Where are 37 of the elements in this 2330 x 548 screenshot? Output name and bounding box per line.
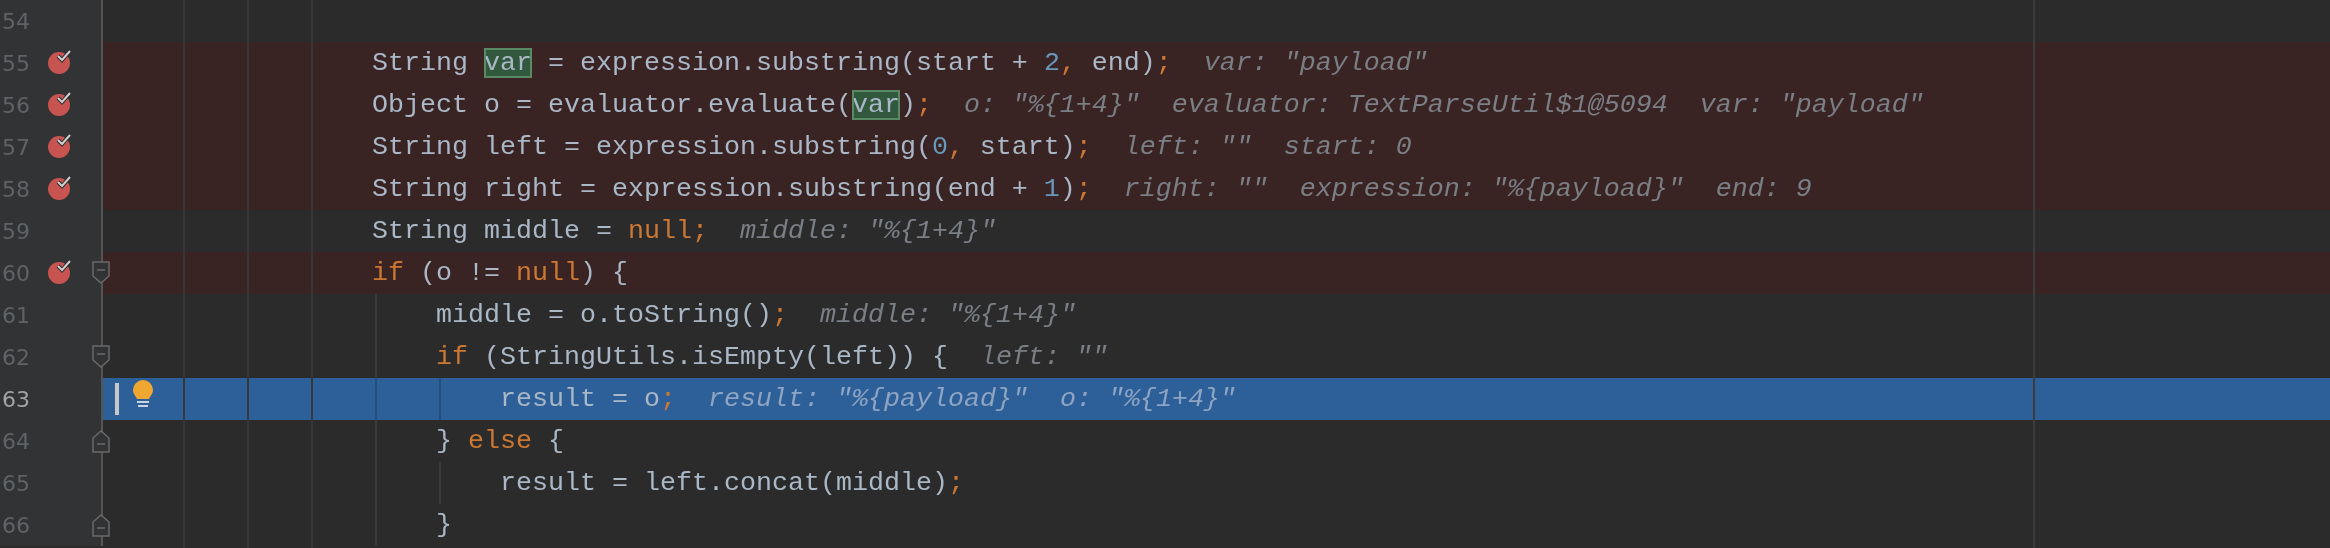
inline-value: o: "%{1+4}"	[1059, 384, 1236, 414]
inline-value: left: ""	[1123, 132, 1252, 162]
code-line: if (o != null) {	[372, 258, 628, 288]
inline-value: result: "%{payload}"	[707, 384, 1028, 414]
code-line: String middle = null;	[372, 216, 708, 246]
code-line: result = o;	[500, 384, 676, 414]
breakpoint-icon[interactable]	[48, 48, 74, 74]
inline-value: evaluator: TextParseUtil$1@5094	[1171, 90, 1668, 120]
code-line: middle = o.toString();	[436, 300, 788, 330]
code-line: String left = expression.substring(0, start);	[372, 132, 1092, 162]
lightbulb-icon[interactable]	[132, 379, 154, 409]
breakpoint-icon[interactable]	[48, 132, 74, 158]
fold-icon[interactable]	[92, 261, 110, 285]
line-number: 63	[2, 386, 30, 412]
inline-value: var: "payload"	[1203, 48, 1428, 78]
inline-value: right: ""	[1123, 174, 1268, 204]
inline-value: start: 0	[1283, 132, 1412, 162]
inline-value: middle: "%{1+4}"	[739, 216, 996, 246]
inline-value: left: ""	[979, 342, 1108, 372]
breakpoint-icon[interactable]	[48, 174, 74, 200]
inline-value: middle: "%{1+4}"	[819, 300, 1076, 330]
code-line: if (StringUtils.isEmpty(left)) {	[436, 342, 948, 372]
code-line: } else {	[436, 426, 564, 456]
code-line: result = left.concat(middle);	[500, 468, 964, 498]
code-line: }	[436, 510, 452, 540]
code-line: String right = expression.substring(end + 1);	[372, 174, 1092, 204]
breakpoint-icon[interactable]	[48, 90, 74, 116]
breakpoint-icon[interactable]	[48, 258, 74, 284]
fold-icon[interactable]	[92, 429, 110, 453]
fold-icon[interactable]	[92, 345, 110, 369]
inline-value: var: "payload"	[1699, 90, 1924, 120]
code-line: String var = expression.substring(start + 2, end);	[372, 48, 1172, 78]
inline-value: end: 9	[1715, 174, 1812, 204]
code-line: Object o = evaluator.evaluate(var);	[372, 90, 932, 120]
inline-value: expression: "%{payload}"	[1299, 174, 1684, 204]
inline-value: o: "%{1+4}"	[963, 90, 1140, 120]
fold-icon[interactable]	[92, 513, 110, 537]
